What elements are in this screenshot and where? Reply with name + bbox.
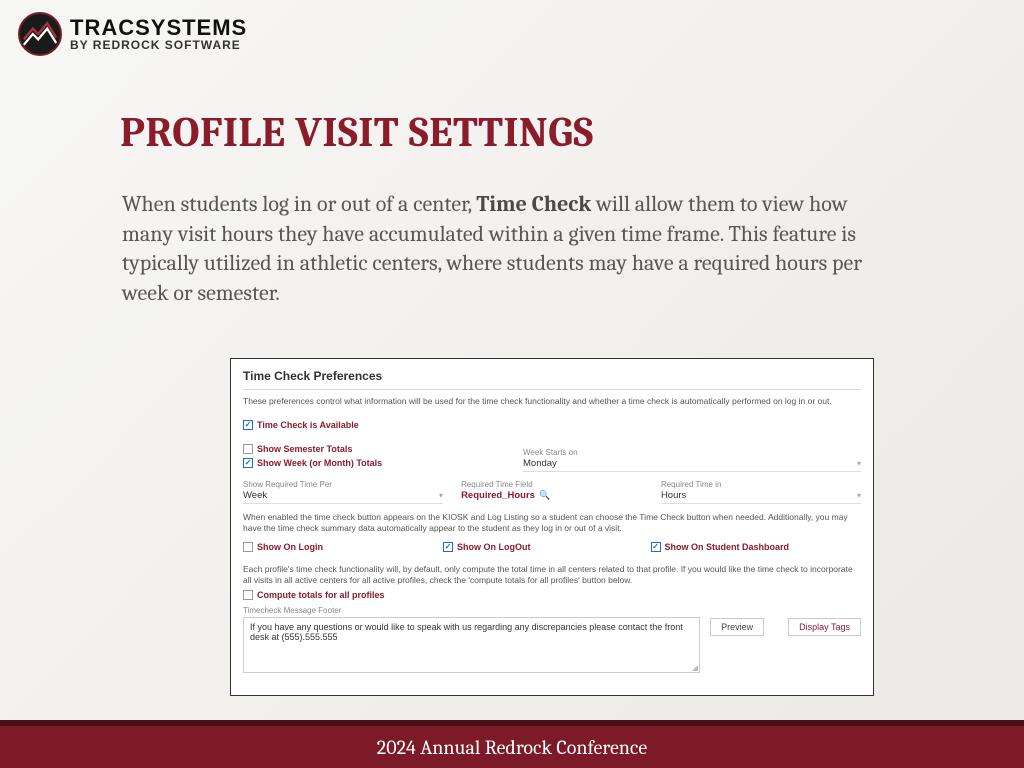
logo-mark-icon <box>18 12 62 56</box>
search-icon[interactable]: 🔍 <box>539 490 550 501</box>
checkbox-row-dashboard[interactable]: Show On Student Dashboard <box>651 542 790 552</box>
field-label: Show Required Time Per <box>243 480 443 489</box>
required-time-in-field[interactable]: Required Time in Hours ▾ <box>661 480 861 504</box>
checkbox-row-available[interactable]: Time Check is Available <box>243 420 503 430</box>
brand-logo: TRACSYSTEMS BY REDROCK SOFTWARE <box>18 12 247 56</box>
field-label: Required Time in <box>661 480 861 489</box>
logo-text-main: TRACSYSTEMS <box>70 17 247 39</box>
checkbox-row-login[interactable]: Show On Login <box>243 542 323 552</box>
checkbox-row-compute[interactable]: Compute totals for all profiles <box>243 590 861 600</box>
message-footer-textarea[interactable]: If you have any questions or would like … <box>243 617 700 673</box>
field-value: Monday <box>523 458 557 469</box>
checkbox-label: Show On LogOut <box>457 542 531 552</box>
checkbox-label: Show Week (or Month) Totals <box>257 458 382 468</box>
display-tags-button[interactable]: Display Tags <box>788 618 861 636</box>
message-footer-label: Timecheck Message Footer <box>243 606 700 615</box>
chevron-down-icon: ▾ <box>857 491 861 500</box>
message-footer-value: If you have any questions or would like … <box>250 622 683 642</box>
slide-body: When students log in or out of a center,… <box>122 190 902 309</box>
body-bold: Time Check <box>476 191 591 217</box>
checkbox-label: Show On Student Dashboard <box>665 542 790 552</box>
panel-note-1: When enabled the time check button appea… <box>243 512 861 534</box>
checkbox-icon <box>243 420 253 430</box>
checkbox-label: Show On Login <box>257 542 323 552</box>
slide-footer: 2024 Annual Redrock Conference <box>0 720 1024 768</box>
body-pre: When students log in or out of a center, <box>122 191 476 217</box>
checkbox-icon <box>243 444 253 454</box>
required-time-per-field[interactable]: Show Required Time Per Week ▾ <box>243 480 443 504</box>
chevron-down-icon: ▾ <box>439 491 443 500</box>
chevron-down-icon: ▾ <box>857 459 861 468</box>
checkbox-icon <box>443 542 453 552</box>
logo-text-sub: BY REDROCK SOFTWARE <box>70 39 247 51</box>
checkbox-label: Show Semester Totals <box>257 444 352 454</box>
required-time-field[interactable]: Required Time Field Required_Hours 🔍 <box>461 480 643 503</box>
checkbox-row-week[interactable]: Show Week (or Month) Totals <box>243 458 503 468</box>
checkbox-label: Time Check is Available <box>257 420 359 430</box>
slide-title: PROFILE VISIT SETTINGS <box>120 108 594 157</box>
checkbox-icon <box>243 458 253 468</box>
footer-text: 2024 Annual Redrock Conference <box>377 736 647 759</box>
checkbox-icon <box>651 542 661 552</box>
time-check-panel: Time Check Preferences These preferences… <box>230 358 874 696</box>
panel-title: Time Check Preferences <box>243 367 861 390</box>
checkbox-icon <box>243 590 253 600</box>
checkbox-label: Compute totals for all profiles <box>257 590 385 600</box>
field-value: Required_Hours <box>461 490 535 501</box>
panel-description: These preferences control what informati… <box>243 396 861 406</box>
field-value: Hours <box>661 490 686 501</box>
checkbox-row-semester[interactable]: Show Semester Totals <box>243 444 503 454</box>
checkbox-row-logout[interactable]: Show On LogOut <box>443 542 531 552</box>
field-value: Week <box>243 490 267 501</box>
checkbox-icon <box>243 542 253 552</box>
preview-button[interactable]: Preview <box>710 618 764 636</box>
field-label: Required Time Field <box>461 480 643 489</box>
resize-handle-icon[interactable] <box>692 665 698 671</box>
week-starts-field[interactable]: Week Starts on Monday ▾ <box>523 448 861 472</box>
field-label: Week Starts on <box>523 448 861 457</box>
panel-note-2: Each profile's time check functionality … <box>243 564 861 586</box>
